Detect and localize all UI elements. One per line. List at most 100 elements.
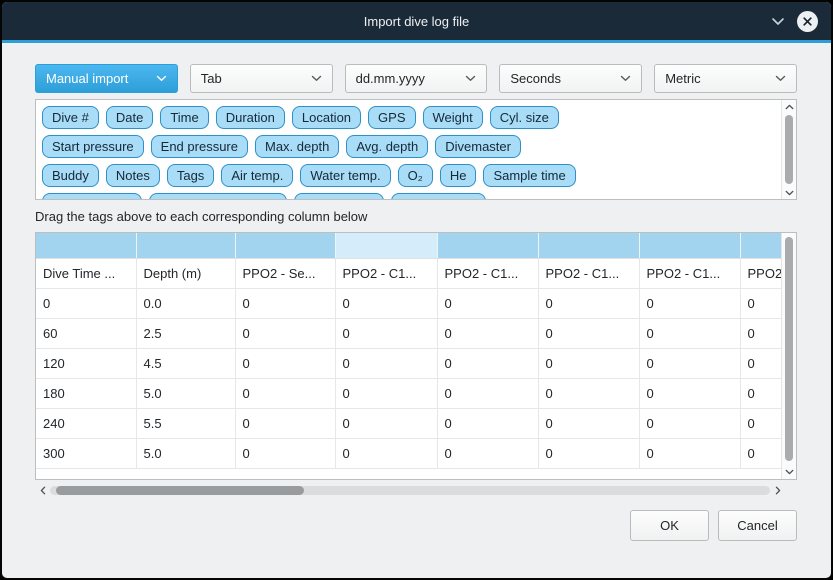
scroll-right-icon[interactable] [771, 483, 784, 498]
table-cell: 120 [36, 348, 136, 378]
column-drop-target[interactable] [235, 233, 335, 258]
field-tag[interactable]: Max. depth [255, 135, 339, 158]
field-tag[interactable]: Start pressure [42, 135, 144, 158]
ok-button[interactable]: OK [630, 510, 709, 541]
field-tag[interactable]: Cyl. size [490, 106, 559, 129]
window-title: Import dive log file [364, 14, 470, 29]
field-tag[interactable]: Notes [106, 164, 160, 187]
chevron-down-icon [775, 75, 786, 82]
import-mode-dropdown[interactable]: Manual import [35, 64, 178, 93]
table-cell: 0 [639, 438, 740, 468]
titlebar[interactable]: Import dive log file [2, 2, 831, 40]
table-cell: 0 [740, 288, 781, 318]
dropdown-value: Manual import [46, 71, 128, 86]
scroll-down-icon[interactable] [782, 465, 796, 478]
scroll-down-icon[interactable] [782, 186, 796, 199]
field-tag[interactable]: He [440, 164, 477, 187]
field-tag[interactable]: Duration [216, 106, 285, 129]
field-tag-row: Dive # Date Time Duration Location GPS Weight C… [42, 106, 781, 129]
dropdown-value: Metric [665, 71, 700, 86]
table-cell: 0 [235, 318, 335, 348]
field-tag[interactable]: Weight [423, 106, 483, 129]
field-tag-list: Dive # Date Time Duration Location GPS Weight C… [36, 100, 781, 199]
column-header: PPO2 - Se... [235, 258, 335, 288]
table-cell: 0 [639, 348, 740, 378]
field-tag[interactable]: Location [292, 106, 361, 129]
table-cell: 0 [235, 408, 335, 438]
field-tag[interactable]: Sample depth [42, 193, 142, 199]
close-icon[interactable] [797, 11, 818, 32]
table-cell: 300 [36, 438, 136, 468]
field-tag[interactable]: Air temp. [221, 164, 293, 187]
table-cell: 0 [538, 378, 639, 408]
header-row: Dive Time ...Depth (m)PPO2 - Se...PPO2 -… [36, 258, 781, 288]
table-cell: 0 [235, 348, 335, 378]
scrollbar-thumb[interactable] [785, 115, 793, 184]
column-drop-target[interactable] [136, 233, 235, 258]
field-tag[interactable]: Sample time [483, 164, 575, 187]
field-tag[interactable]: Water temp. [300, 164, 390, 187]
field-separator-dropdown[interactable]: Tab [190, 64, 333, 93]
table-cell: 0 [437, 378, 538, 408]
tag-panel-scrollbar[interactable] [781, 100, 796, 199]
scroll-left-icon[interactable] [36, 483, 49, 498]
column-header: PPO2 - C1... [639, 258, 740, 288]
scrollbar-thumb[interactable] [785, 237, 793, 461]
dropdown-value: Seconds [510, 71, 561, 86]
table-cell: 0 [740, 318, 781, 348]
table-cell: 0 [437, 408, 538, 438]
field-tag[interactable]: Divemaster [435, 135, 521, 158]
table-vertical-scrollbar[interactable] [781, 233, 796, 479]
column-drop-target[interactable] [335, 233, 437, 258]
units-dropdown[interactable]: Metric [654, 64, 797, 93]
preview-table-viewport: Dive Time ...Depth (m)PPO2 - Se...PPO2 -… [36, 233, 781, 479]
field-tag[interactable]: Buddy [42, 164, 99, 187]
column-drop-target[interactable] [538, 233, 639, 258]
field-tag[interactable]: Dive # [42, 106, 99, 129]
table-row: 602.5000000 [36, 318, 781, 348]
table-cell: 0 [639, 408, 740, 438]
cancel-button[interactable]: Cancel [718, 510, 797, 541]
table-cell: 0 [437, 318, 538, 348]
field-tag[interactable]: GPS [368, 106, 415, 129]
dialog-buttons: OK Cancel [35, 510, 797, 541]
field-tag[interactable]: Date [106, 106, 153, 129]
table-row: 00.0000000 [36, 288, 781, 318]
table-cell: 0 [235, 438, 335, 468]
column-drop-target[interactable] [639, 233, 740, 258]
time-format-dropdown[interactable]: Seconds [499, 64, 642, 93]
field-tag[interactable]: Sample temperature [149, 193, 287, 199]
field-tag-row: Buddy Notes Tags Air temp. Water temp. O₂ He Sa… [42, 164, 781, 187]
column-drop-target[interactable] [36, 233, 136, 258]
table-cell: 0 [335, 288, 437, 318]
table-cell: 0 [437, 438, 538, 468]
table-horizontal-scrollbar[interactable] [35, 483, 785, 498]
titlebar-controls [771, 2, 818, 40]
column-drop-target[interactable] [437, 233, 538, 258]
instruction-text: Drag the tags above to each correspondin… [35, 209, 797, 227]
chevron-down-icon [311, 75, 322, 82]
table-row: 1204.5000000 [36, 348, 781, 378]
field-tag[interactable]: Sample CNS [391, 193, 486, 199]
column-drop-target[interactable] [740, 233, 781, 258]
shade-chevron-down-icon[interactable] [771, 17, 785, 26]
date-format-dropdown[interactable]: dd.mm.yyyy [345, 64, 488, 93]
table-row: 1805.0000000 [36, 378, 781, 408]
chevron-down-icon [156, 75, 167, 82]
dropdown-value: Tab [201, 71, 222, 86]
field-tag[interactable]: End pressure [151, 135, 248, 158]
table-cell: 0 [740, 378, 781, 408]
field-tag-row: Start pressure End pressure Max. depth Avg.… [42, 135, 781, 158]
table-cell: 0 [538, 438, 639, 468]
column-header: Depth (m) [136, 258, 235, 288]
field-tag[interactable]: Time [160, 106, 208, 129]
table-cell: 0 [740, 348, 781, 378]
field-tag[interactable]: O₂ [398, 164, 433, 187]
table-cell: 0 [740, 408, 781, 438]
chevron-down-icon [620, 75, 631, 82]
field-tag[interactable]: Avg. depth [346, 135, 428, 158]
scroll-up-icon[interactable] [782, 100, 796, 113]
field-tag[interactable]: Sample pO₂ [294, 193, 384, 199]
scrollbar-thumb[interactable] [56, 486, 304, 495]
field-tag[interactable]: Tags [167, 164, 214, 187]
